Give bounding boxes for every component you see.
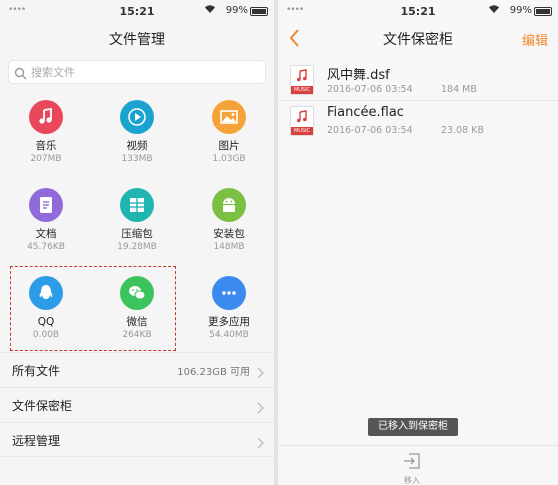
music-file-icon: MUSIC	[290, 106, 314, 136]
file-size: 184 MB	[441, 84, 477, 95]
battery-percent: 99%	[225, 5, 248, 16]
row-label: 文件保密柜	[12, 399, 73, 413]
category-pictures[interactable]: 图片 1.03GB	[189, 100, 269, 165]
file-name: 风中舞.dsf	[327, 68, 390, 83]
android-icon	[212, 188, 246, 222]
qq-icon	[29, 276, 63, 310]
file-date: 2016-07-06 03:54	[327, 84, 413, 95]
wechat-icon	[120, 276, 154, 310]
category-label: 微信	[126, 316, 148, 328]
battery-icon	[534, 7, 552, 16]
chevron-right-icon	[257, 434, 264, 453]
file-badge: MUSIC	[291, 86, 313, 94]
category-label: 音乐	[35, 140, 57, 152]
category-wechat[interactable]: 微信 264KB	[97, 276, 177, 341]
row-label: 远程管理	[12, 434, 61, 448]
bottom-toolbar: 移入	[278, 445, 558, 485]
row-all-files[interactable]: 所有文件 106.23GB 可用	[0, 352, 274, 387]
edit-button[interactable]: 编辑	[522, 30, 548, 49]
header: 文件保密柜 编辑	[278, 22, 558, 56]
category-size: 1.03GB	[212, 154, 246, 164]
file-badge: MUSIC	[291, 127, 313, 135]
wifi-icon	[488, 4, 500, 17]
music-file-icon: MUSIC	[290, 65, 314, 95]
search-icon	[14, 65, 27, 84]
file-size: 23.08 KB	[441, 125, 484, 136]
move-in-icon	[404, 453, 420, 469]
category-label: 安装包	[213, 228, 245, 240]
category-label: 视频	[126, 140, 148, 152]
category-label: QQ	[37, 316, 55, 328]
category-label: 文档	[35, 228, 57, 240]
file-safe-panel: •••• 15:21 99% 文件保密柜 编辑 MUSIC 风中舞.dsf 20…	[278, 0, 558, 485]
battery-icon	[250, 7, 268, 16]
category-music[interactable]: 音乐 207MB	[6, 100, 86, 165]
header: 文件管理	[0, 22, 274, 56]
row-remote-management[interactable]: 远程管理	[0, 422, 274, 457]
category-size: 264KB	[122, 330, 152, 340]
category-size: 207MB	[30, 154, 62, 164]
archive-icon	[120, 188, 154, 222]
category-video[interactable]: 视频 133MB	[97, 100, 177, 165]
search-bar[interactable]	[8, 60, 266, 84]
toast-message: 已移入到保密柜	[368, 418, 458, 436]
wifi-icon	[204, 4, 216, 17]
status-bar: •••• 15:21 99%	[278, 0, 558, 22]
category-size: 54.40MB	[209, 330, 249, 340]
more-icon	[212, 276, 246, 310]
search-input[interactable]	[31, 63, 251, 81]
file-date: 2016-07-06 03:54	[327, 125, 413, 136]
row-label: 所有文件	[12, 364, 61, 378]
file-item[interactable]: MUSIC Fiancée.flac 2016-07-06 03:54 23.0…	[278, 103, 558, 143]
category-size: 19.28MB	[117, 242, 157, 252]
page-title: 文件管理	[109, 32, 165, 48]
category-size: 0.00B	[32, 330, 60, 340]
category-apk[interactable]: 安装包 148MB	[189, 188, 269, 253]
category-documents[interactable]: 文档 45.76KB	[6, 188, 86, 253]
row-value: 106.23GB 可用	[177, 367, 250, 378]
category-label: 压缩包	[121, 228, 153, 240]
category-more-apps[interactable]: 更多应用 54.40MB	[189, 276, 269, 341]
file-manager-panel: •••• 15:21 99% 文件管理 音乐 207MB 视频 133MB	[0, 0, 274, 485]
category-size: 45.76KB	[27, 242, 65, 252]
page-title: 文件保密柜	[383, 32, 453, 48]
chevron-right-icon	[257, 399, 264, 418]
move-in-button[interactable]: 移入	[400, 452, 424, 485]
file-item[interactable]: MUSIC 风中舞.dsf 2016-07-06 03:54 184 MB	[278, 62, 558, 102]
file-name: Fiancée.flac	[327, 105, 404, 120]
category-archives[interactable]: 压缩包 19.28MB	[97, 188, 177, 253]
category-size: 148MB	[213, 242, 245, 252]
document-icon	[29, 188, 63, 222]
row-file-safe[interactable]: 文件保密柜	[0, 387, 274, 422]
chevron-right-icon	[257, 364, 264, 383]
play-icon	[120, 100, 154, 134]
status-bar: •••• 15:21 99%	[0, 0, 274, 22]
battery-percent: 99%	[509, 5, 532, 16]
category-qq[interactable]: QQ 0.00B	[6, 276, 86, 341]
category-label: 更多应用	[208, 316, 250, 328]
category-size: 133MB	[121, 154, 153, 164]
move-in-label: 移入	[404, 476, 420, 485]
music-note-icon	[29, 100, 63, 134]
category-label: 图片	[218, 140, 240, 152]
picture-icon	[212, 100, 246, 134]
list-divider	[278, 100, 558, 101]
